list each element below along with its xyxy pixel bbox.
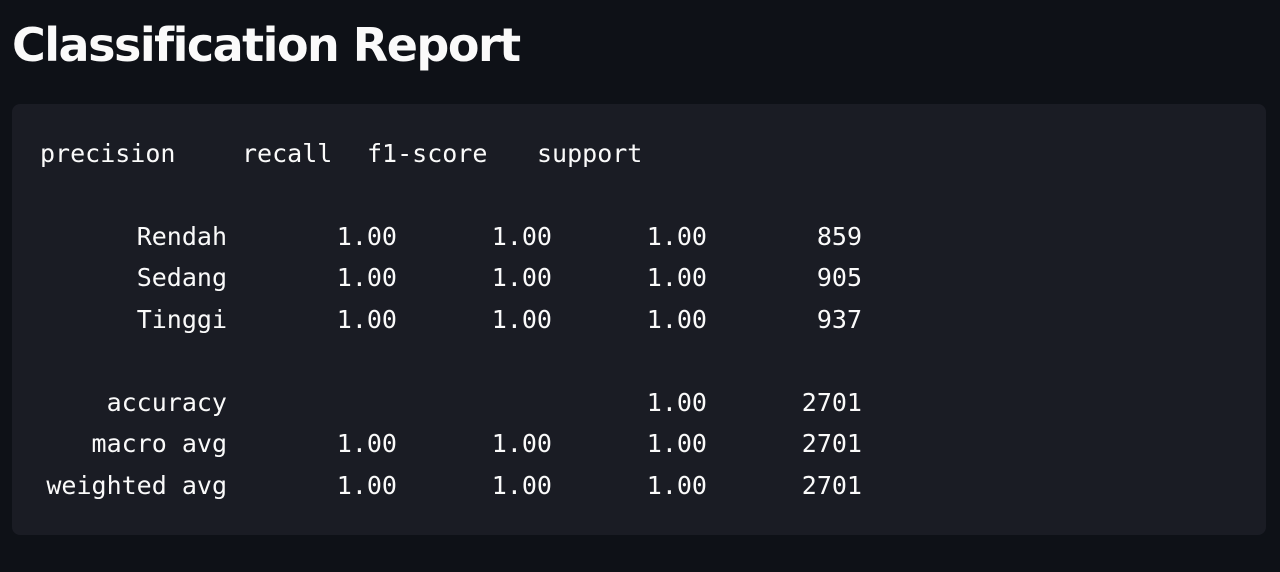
header-recall: recall	[242, 139, 333, 168]
support-value: 2701	[801, 388, 862, 417]
row-label: accuracy	[106, 388, 227, 417]
classification-report-code-block: precision recall f1-score support Rendah…	[12, 104, 1266, 535]
page-title: Classification Report	[12, 18, 521, 72]
header-support: support	[537, 139, 643, 168]
support-value: 2701	[801, 471, 862, 500]
recall-value: 1.00	[491, 471, 552, 500]
precision-value: 1.00	[336, 305, 397, 334]
precision-value: 1.00	[336, 429, 397, 458]
f1-score-value: 1.00	[646, 429, 707, 458]
precision-value: 1.00	[336, 263, 397, 292]
row-label: Sedang	[136, 263, 227, 292]
support-value: 2701	[801, 429, 862, 458]
recall-value: 1.00	[491, 263, 552, 292]
f1-score-value: 1.00	[646, 305, 707, 334]
row-label: weighted avg	[46, 471, 227, 500]
header-precision: precision	[40, 139, 176, 168]
row-label: Rendah	[136, 222, 227, 251]
row-label: macro avg	[91, 429, 227, 458]
support-value: 905	[816, 263, 862, 292]
row-label: Tinggi	[136, 305, 227, 334]
header-f1-score: f1-score	[367, 139, 488, 168]
f1-score-value: 1.00	[646, 471, 707, 500]
recall-value: 1.00	[491, 429, 552, 458]
recall-value: 1.00	[491, 305, 552, 334]
recall-value: 1.00	[491, 222, 552, 251]
f1-score-value: 1.00	[646, 263, 707, 292]
support-value: 859	[816, 222, 862, 251]
precision-value: 1.00	[336, 471, 397, 500]
f1-score-value: 1.00	[646, 222, 707, 251]
support-value: 937	[816, 305, 862, 334]
precision-value: 1.00	[336, 222, 397, 251]
f1-score-value: 1.00	[646, 388, 707, 417]
